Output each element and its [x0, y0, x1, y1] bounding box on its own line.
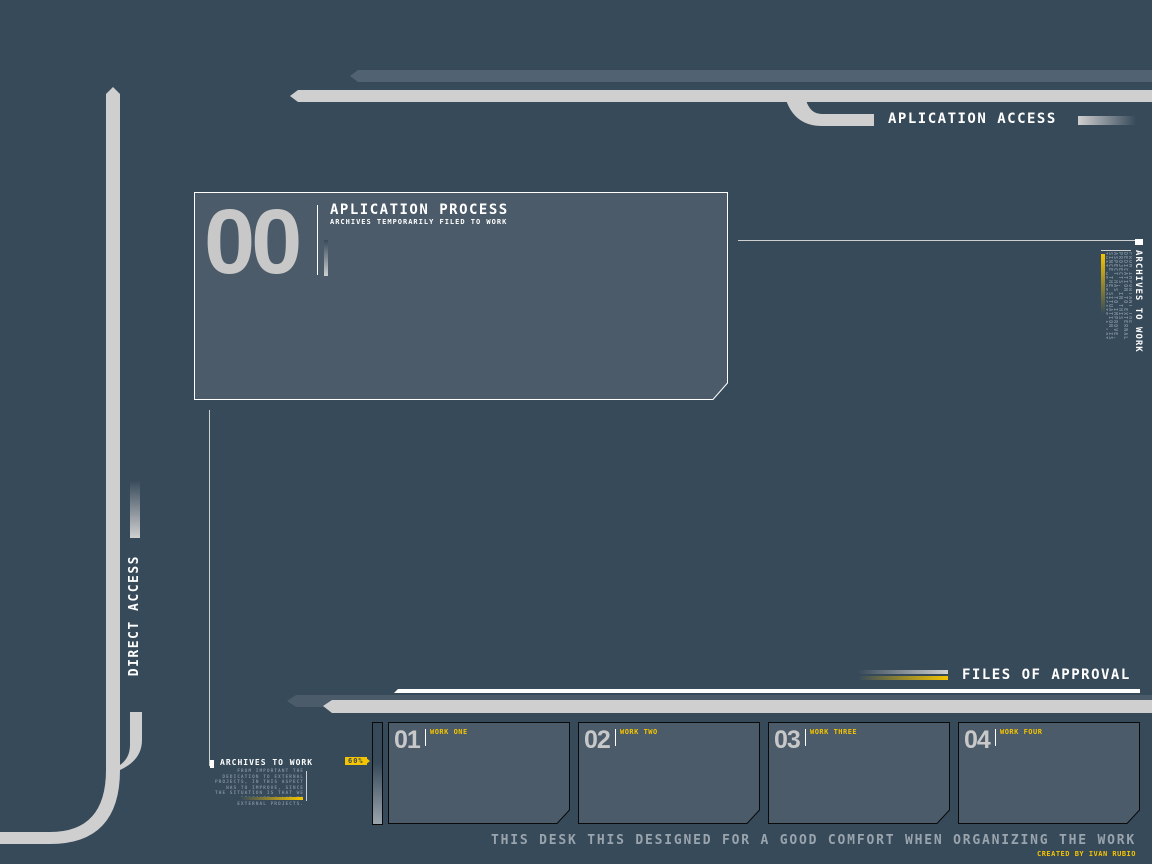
- bottom-bar-white: [394, 689, 1140, 693]
- panel-subtitle: ARCHIVES TEMPORARILY FILED TO WORK: [330, 218, 508, 226]
- application-access-label[interactable]: APLICATION ACCESS: [888, 111, 1057, 127]
- files-of-approval-label: FILES OF APPROVAL: [962, 667, 1131, 683]
- right-text-top-line: [1101, 250, 1131, 251]
- left-bar-tip: [106, 87, 120, 94]
- archives-vertical-line: [306, 771, 307, 801]
- direct-access-gradient: [130, 480, 140, 538]
- progress-arrow-icon: [365, 757, 370, 765]
- top-connector: [786, 100, 874, 126]
- archives-yellow-gradient: [240, 797, 303, 800]
- panel-title: APLICATION PROCESS: [330, 202, 509, 218]
- card-label: WORK FOUR: [1000, 728, 1043, 736]
- archives-body: FROM IMPORTANT THE DEDICATION TO EXTERNA…: [214, 769, 304, 807]
- card-number: 04: [964, 726, 991, 754]
- card-divider: [425, 729, 426, 746]
- archives-marker: [210, 760, 214, 768]
- card-number: 01: [394, 726, 421, 754]
- progress-bar: [372, 722, 383, 825]
- archives-title[interactable]: ARCHIVES TO WORK: [220, 758, 313, 767]
- work-card-3[interactable]: 03 WORK THREE: [768, 722, 950, 824]
- right-yellow-gradient: [1101, 254, 1105, 314]
- card-divider: [805, 729, 806, 746]
- files-gradient-yellow: [858, 676, 948, 680]
- top-bar-dark: [350, 70, 1152, 82]
- right-archives-body: FROM IMPORTANT THE DEDICATION TO EXTERNA…: [1106, 252, 1132, 341]
- files-gradient-white: [858, 670, 948, 674]
- card-label: WORK THREE: [810, 728, 858, 736]
- right-divider-line: [738, 240, 1136, 241]
- card-label: WORK TWO: [620, 728, 658, 736]
- card-divider: [995, 729, 996, 746]
- bottom-bar-light: [323, 700, 1152, 713]
- panel-number: 00: [204, 191, 302, 293]
- progress-badge: 60%: [345, 757, 367, 765]
- footer-tagline: THIS DESK THIS DESIGNED FOR A GOOD COMFO…: [491, 833, 1136, 848]
- direct-access-label[interactable]: DIRECT ACCESS: [127, 555, 142, 676]
- card-number: 03: [774, 726, 801, 754]
- top-bar-light: [290, 90, 1152, 102]
- application-access-gradient: [1078, 116, 1136, 125]
- panel-divider: [317, 205, 318, 275]
- card-divider: [615, 729, 616, 746]
- bottom-bar-dark: [287, 695, 1152, 707]
- work-card-1[interactable]: 01 WORK ONE: [388, 722, 570, 824]
- card-number: 02: [584, 726, 611, 754]
- card-label: WORK ONE: [430, 728, 468, 736]
- right-archives-title[interactable]: ARCHIVES TO WORK: [1133, 250, 1143, 353]
- footer-credit: CREATED BY IVAN RUBIO: [1036, 850, 1136, 858]
- left-branch: [120, 712, 142, 770]
- left-vertical-bar: [0, 94, 120, 844]
- panel-mini-gradient: [324, 240, 328, 276]
- work-card-4[interactable]: 04 WORK FOUR: [958, 722, 1140, 824]
- work-card-2[interactable]: 02 WORK TWO: [578, 722, 760, 824]
- right-divider-cap: [1135, 239, 1143, 245]
- left-thin-line: [209, 410, 210, 766]
- progress-fill: [373, 763, 382, 824]
